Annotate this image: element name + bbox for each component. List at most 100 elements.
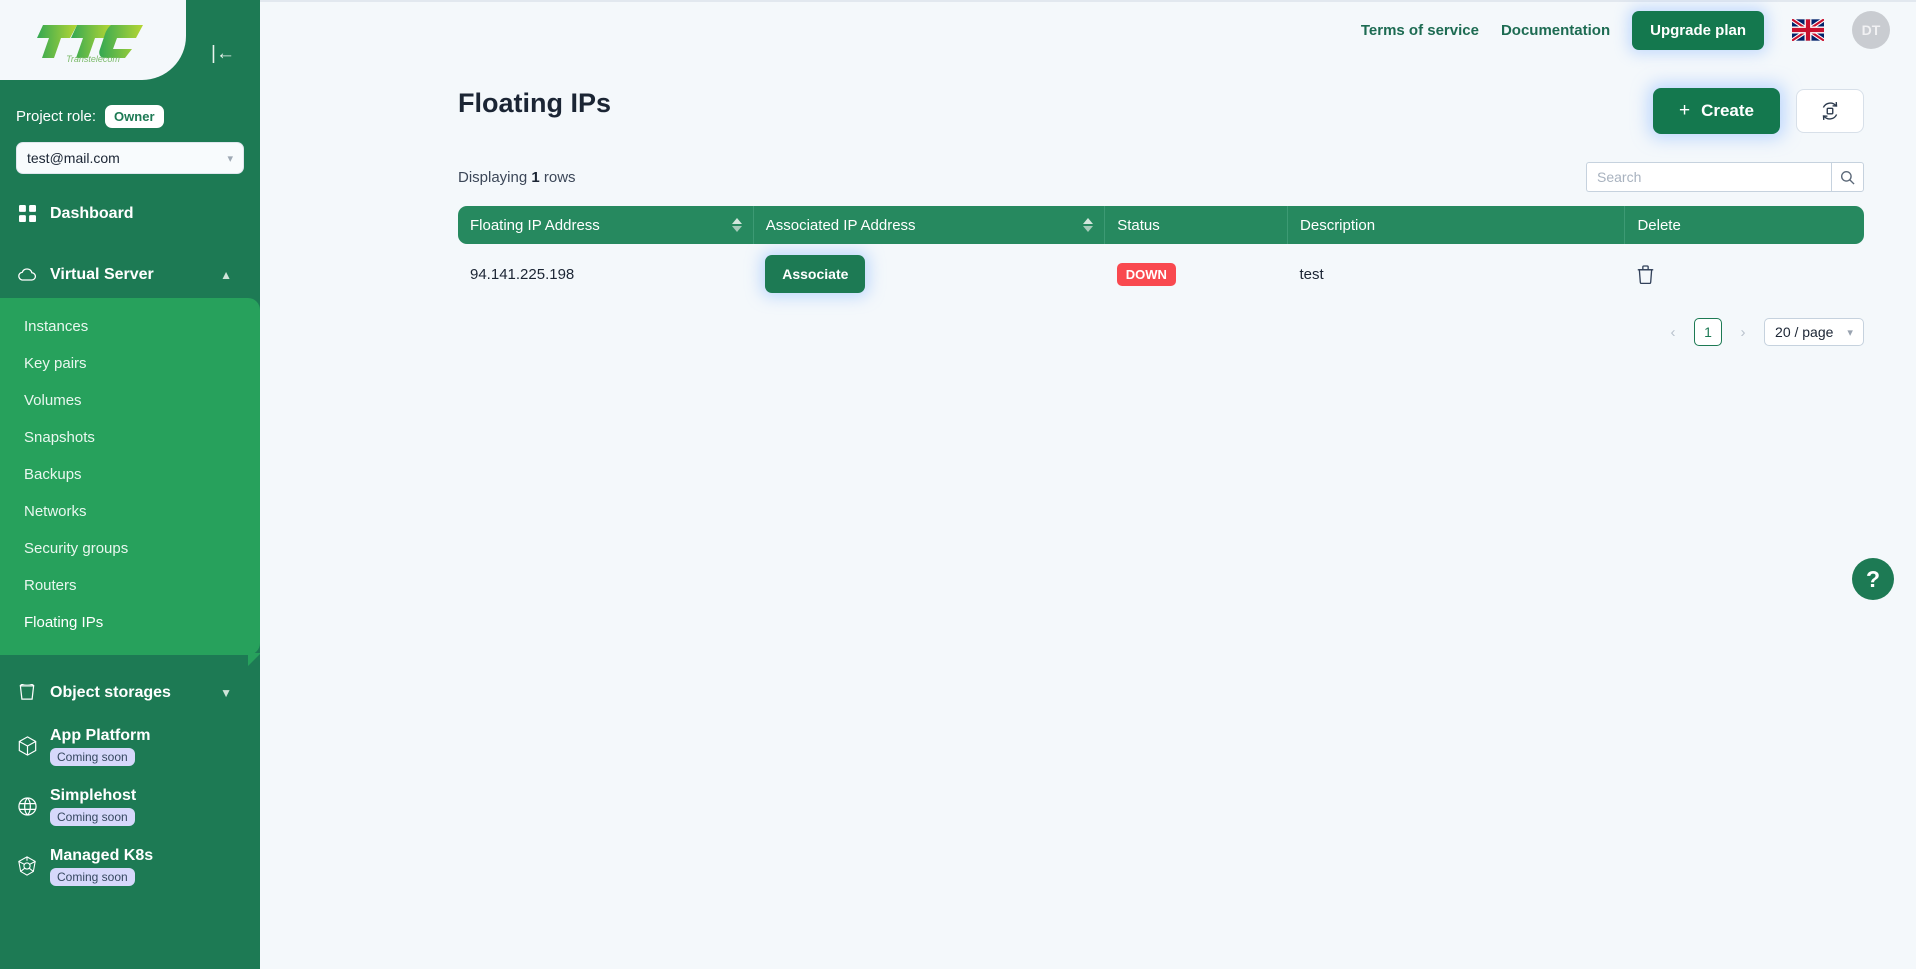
project-role-label: Project role: xyxy=(16,108,97,125)
sidebar-group-virtual-server[interactable]: Virtual Server ▲ xyxy=(0,251,260,298)
coming-soon-badge: Coming soon xyxy=(50,807,135,826)
main-content: Floating IPs + Create Displaying 1 rows xyxy=(260,58,1916,969)
column-label: Delete xyxy=(1637,216,1681,234)
table-header-row: Floating IP Address Associated IP Addres… xyxy=(458,206,1864,244)
delete-button[interactable] xyxy=(1637,264,1654,284)
table-head: Floating IP Address Associated IP Addres… xyxy=(458,206,1864,244)
cell-delete xyxy=(1625,244,1864,304)
project-select[interactable]: test@mail.com ▾ xyxy=(16,142,244,174)
bucket-icon xyxy=(17,683,37,703)
column-header-floating-ip[interactable]: Floating IP Address xyxy=(458,206,754,244)
project-role-badge: Owner xyxy=(105,105,164,128)
avatar[interactable]: DT xyxy=(1852,11,1890,49)
cell-associated-ip: Associate xyxy=(753,244,1105,304)
table-toolbar: Displaying 1 rows xyxy=(260,134,1916,192)
associate-button[interactable]: Associate xyxy=(765,255,866,293)
refresh-button[interactable] xyxy=(1796,89,1864,133)
column-header-associated-ip[interactable]: Associated IP Address xyxy=(753,206,1106,244)
column-label: Description xyxy=(1300,216,1376,234)
sidebar-item-managed-k8s[interactable]: Managed K8s Coming soon xyxy=(0,836,260,896)
submenu-active-notch xyxy=(248,653,260,666)
terms-of-service-link[interactable]: Terms of service xyxy=(1361,22,1479,39)
column-label: Associated IP Address xyxy=(765,216,916,234)
project-select-value: test@mail.com xyxy=(27,150,120,166)
chevron-up-icon: ▲ xyxy=(220,267,232,282)
svg-text:Transtelecom: Transtelecom xyxy=(66,54,120,63)
sidebar-item-label: Simplehost xyxy=(50,786,137,804)
project-role: Project role: Owner xyxy=(16,105,164,128)
page-title: Floating IPs xyxy=(458,88,612,118)
sidebar-item-routers[interactable]: Routers xyxy=(0,567,260,604)
create-button[interactable]: + Create xyxy=(1652,88,1780,134)
page-header-actions: + Create xyxy=(1652,88,1864,134)
sidebar-item-label: App Platform xyxy=(50,726,151,744)
sidebar-item-label: Managed K8s xyxy=(50,846,154,864)
rows-prefix: Displaying xyxy=(458,168,532,186)
sort-toggle-floating-ip[interactable] xyxy=(731,218,742,232)
pagination-page-1[interactable]: 1 xyxy=(1694,318,1722,346)
chevron-down-icon: ▾ xyxy=(1847,326,1853,339)
chevron-down-icon: ▾ xyxy=(227,152,233,165)
search-box xyxy=(1586,162,1864,192)
sidebar-item-volumes[interactable]: Volumes xyxy=(0,382,260,419)
sidebar-group-label: Object storages xyxy=(50,683,171,701)
rows-number: 1 xyxy=(531,168,540,186)
pagination-prev-button[interactable]: ‹ xyxy=(1661,318,1685,346)
coming-soon-badge: Coming soon xyxy=(50,867,135,886)
cell-status: DOWN xyxy=(1105,244,1288,304)
cube-icon xyxy=(17,736,37,756)
chevron-down-icon: ▼ xyxy=(220,685,232,700)
sidebar-item-simplehost[interactable]: Simplehost Coming soon xyxy=(0,776,260,836)
sidebar-group-object-storages[interactable]: Object storages ▼ xyxy=(0,669,260,716)
sort-toggle-associated-ip[interactable] xyxy=(1083,218,1094,232)
documentation-link[interactable]: Documentation xyxy=(1501,22,1610,39)
sidebar-item-instances[interactable]: Instances xyxy=(0,308,260,345)
upgrade-plan-button[interactable]: Upgrade plan xyxy=(1632,10,1764,50)
cell-floating-ip: 94.141.225.198 xyxy=(470,265,575,283)
sidebar: Transtelecom |← Project role: Owner test… xyxy=(0,0,260,969)
column-header-description: Description xyxy=(1287,206,1626,244)
top-bar: Terms of service Documentation Upgrade p… xyxy=(0,0,1916,58)
table-body: 94.141.225.198 Associate DOWN test xyxy=(458,244,1864,304)
table-row: 94.141.225.198 Associate DOWN test xyxy=(458,244,1864,304)
sidebar-item-key-pairs[interactable]: Key pairs xyxy=(0,345,260,382)
language-flag-icon[interactable] xyxy=(1790,17,1826,43)
floating-ips-table: Floating IP Address Associated IP Addres… xyxy=(458,206,1864,304)
sidebar-collapse-button[interactable]: |← xyxy=(206,36,240,70)
globe-icon xyxy=(17,796,37,816)
column-header-status: Status xyxy=(1104,206,1289,244)
sidebar-item-snapshots[interactable]: Snapshots xyxy=(0,419,260,456)
logo[interactable]: Transtelecom xyxy=(0,0,186,80)
sidebar-submenu: Instances Key pairs Volumes Snapshots Ba… xyxy=(0,298,260,666)
page-size-value: 20 / page xyxy=(1775,324,1834,340)
column-label: Floating IP Address xyxy=(470,216,600,234)
sidebar-item-backups[interactable]: Backups xyxy=(0,456,260,493)
sidebar-nav: Dashboard Virtual Server ▲ Instances Key… xyxy=(0,190,260,896)
sidebar-group-label: Virtual Server xyxy=(50,265,154,283)
cell-description: test xyxy=(1299,265,1324,283)
column-label: Status xyxy=(1117,216,1160,234)
coming-soon-badge: Coming soon xyxy=(50,747,135,766)
rows-count: Displaying 1 rows xyxy=(458,169,576,186)
status-badge: DOWN xyxy=(1116,262,1176,286)
sidebar-item-app-platform[interactable]: App Platform Coming soon xyxy=(0,716,260,776)
page-size-select[interactable]: 20 / page ▾ xyxy=(1764,318,1864,346)
pagination-next-button[interactable]: › xyxy=(1731,318,1755,346)
help-button[interactable]: ? xyxy=(1852,558,1894,600)
sidebar-item-security-groups[interactable]: Security groups xyxy=(0,530,260,567)
cloud-icon xyxy=(17,265,37,285)
floating-ips-table-wrap: Floating IP Address Associated IP Addres… xyxy=(260,192,1916,304)
create-button-label: Create xyxy=(1701,101,1754,120)
kubernetes-icon xyxy=(17,856,37,876)
sidebar-item-networks[interactable]: Networks xyxy=(0,493,260,530)
plus-icon: + xyxy=(1678,100,1691,121)
sidebar-item-floating-ips[interactable]: Floating IPs xyxy=(0,604,260,641)
search-button[interactable] xyxy=(1831,162,1864,192)
search-input[interactable] xyxy=(1586,162,1831,192)
rows-suffix: rows xyxy=(539,168,576,186)
page-header: Floating IPs + Create xyxy=(260,58,1916,134)
pagination: ‹ 1 › 20 / page ▾ xyxy=(260,304,1916,346)
sidebar-item-dashboard[interactable]: Dashboard xyxy=(0,190,260,237)
